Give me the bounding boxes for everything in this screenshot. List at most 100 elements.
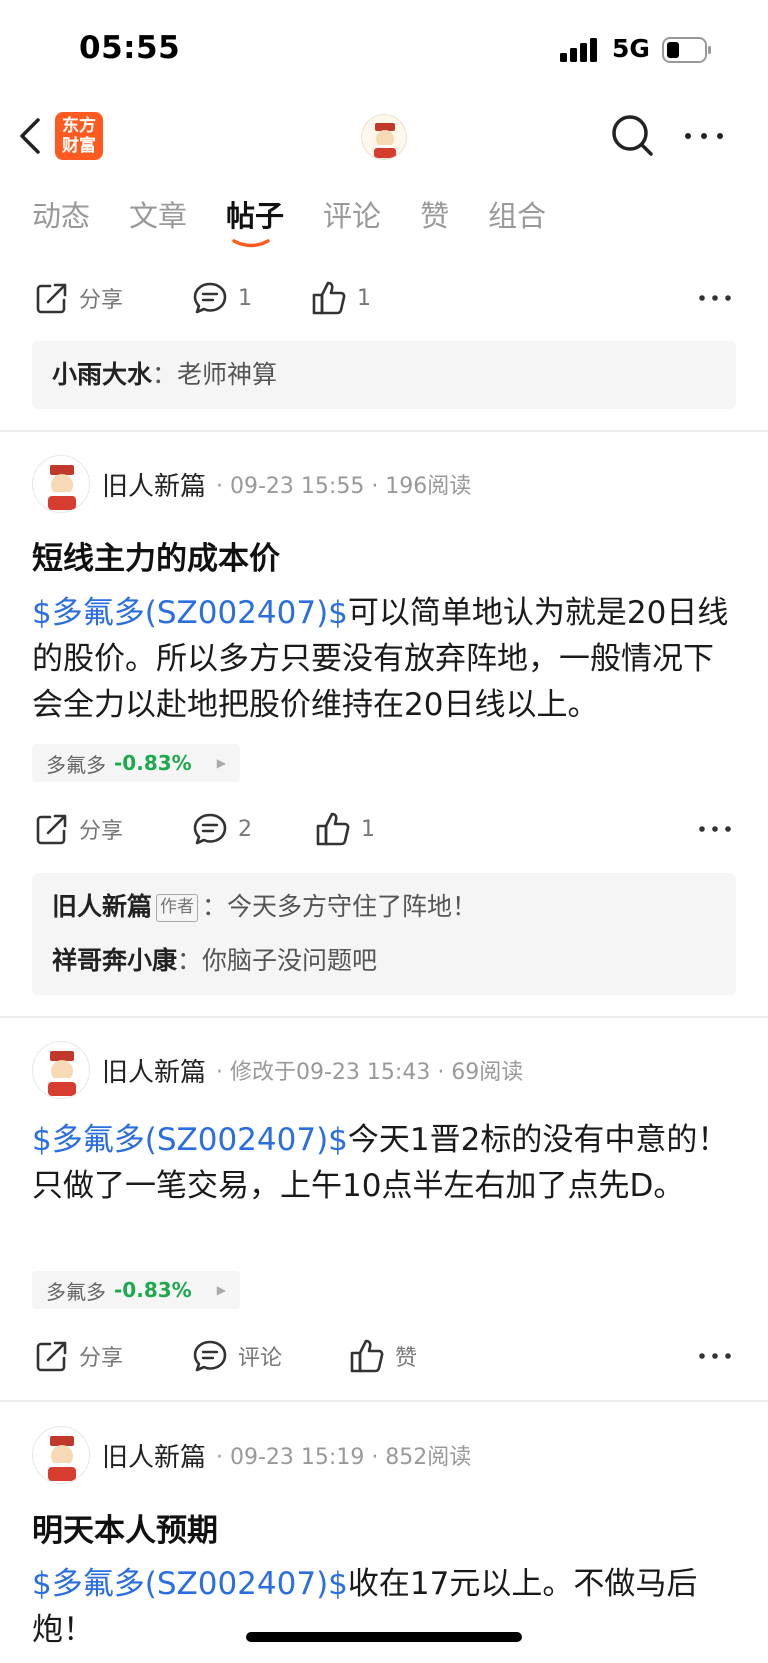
- tab-portfolios[interactable]: 组合: [488, 196, 546, 252]
- post-more-icon[interactable]: [698, 284, 732, 312]
- post-meta: · 修改于09-23 15:43 · 69阅读: [216, 1060, 524, 1085]
- tab-posts[interactable]: 帖子: [226, 196, 284, 252]
- share-button[interactable]: 分享: [35, 270, 123, 326]
- like-button[interactable]: 1: [315, 801, 375, 857]
- tab-comments[interactable]: 评论: [323, 196, 381, 252]
- comment-icon: [193, 282, 227, 314]
- post-more-icon[interactable]: [698, 1342, 732, 1370]
- post-meta: · 09-23 15:19 · 852阅读: [216, 1445, 472, 1470]
- post-header: 旧人新篇 · 09-23 15:19 · 852阅读: [32, 1425, 471, 1485]
- tab-posts-label: 帖子: [226, 199, 285, 233]
- brand-logo-line1: 东方: [62, 116, 96, 136]
- stock-link[interactable]: $多氟多(SZ002407)$: [32, 1122, 348, 1158]
- battery-icon: [662, 37, 711, 63]
- like-button[interactable]: 1: [311, 270, 371, 326]
- post-header: 旧人新篇 · 09-23 15:55 · 196阅读: [32, 454, 471, 514]
- stock-chip[interactable]: 多氟多 -0.83% ▶: [32, 744, 240, 782]
- like-count: 1: [357, 285, 371, 311]
- home-indicator[interactable]: [246, 1632, 522, 1642]
- stock-chip[interactable]: 多氟多 -0.83% ▶: [32, 1271, 240, 1309]
- comment-user[interactable]: 祥哥奔小康: [52, 946, 177, 975]
- comment-count: 2: [238, 816, 252, 842]
- share-button[interactable]: 分享: [35, 801, 123, 857]
- comment-user[interactable]: 旧人新篇: [52, 892, 152, 921]
- search-icon[interactable]: [609, 112, 657, 160]
- author-name[interactable]: 旧人新篇: [102, 1437, 206, 1474]
- chip-stock-name: 多氟多: [46, 1279, 106, 1304]
- divider: [0, 1016, 768, 1018]
- comment-button[interactable]: 1: [192, 270, 252, 326]
- comment-button[interactable]: 评论: [192, 1328, 282, 1384]
- caishen-icon: [48, 1436, 76, 1481]
- author-avatar[interactable]: [32, 1041, 90, 1099]
- comment-count: 1: [238, 285, 252, 311]
- caishen-icon: [48, 465, 76, 510]
- comment-preview[interactable]: 旧人新篇 作者 ：今天多方守住了阵地！ 祥哥奔小康：你脑子没问题吧: [32, 873, 736, 995]
- comment-text: 今天多方守住了阵地！: [227, 892, 478, 921]
- tab-active-indicator: [232, 239, 270, 248]
- post-more-icon[interactable]: [698, 815, 732, 843]
- thumbs-up-icon: [316, 812, 350, 846]
- comment-item[interactable]: 旧人新篇 作者 ：今天多方守住了阵地！: [52, 880, 716, 934]
- divider: [0, 430, 768, 432]
- brand-logo[interactable]: 东方 财富: [55, 112, 103, 160]
- chip-change: -0.83%: [114, 751, 192, 775]
- comment-label: 评论: [238, 1346, 283, 1371]
- comment-sep: ：: [177, 946, 203, 975]
- comment-item[interactable]: 小雨大水：老师神算: [52, 348, 716, 402]
- post-body[interactable]: $多氟多(SZ002407)$可以简单地认为就是20日线的股价。所以多方只要没有…: [32, 590, 740, 728]
- tab-dynamic[interactable]: 动态: [32, 196, 90, 252]
- post-meta: · 09-23 15:55 · 196阅读: [216, 474, 472, 499]
- more-icon[interactable]: [682, 122, 726, 150]
- comment-sep: ：: [202, 892, 228, 921]
- author-name[interactable]: 旧人新篇: [102, 1052, 206, 1089]
- like-label: 赞: [395, 1346, 418, 1371]
- comment-user[interactable]: 小雨大水: [52, 360, 152, 389]
- status-time: 05:55: [79, 30, 181, 66]
- share-icon: [36, 814, 67, 845]
- post-actions: 分享 2 1: [0, 801, 768, 857]
- user-avatar[interactable]: [361, 114, 407, 160]
- tab-likes[interactable]: 赞: [420, 196, 449, 252]
- brand-logo-line2: 财富: [62, 136, 96, 156]
- comment-icon: [193, 1340, 227, 1372]
- chip-stock-name: 多氟多: [46, 752, 106, 777]
- like-count: 1: [361, 816, 375, 842]
- author-name[interactable]: 旧人新篇: [102, 466, 206, 503]
- comment-sep: ：: [152, 360, 178, 389]
- comment-preview[interactable]: 小雨大水：老师神算: [32, 341, 736, 409]
- network-label: 5G: [612, 34, 650, 63]
- back-icon[interactable]: [16, 114, 46, 158]
- chip-arrow-icon: ▶: [216, 1283, 226, 1297]
- share-icon: [36, 283, 67, 314]
- share-label: 分享: [79, 819, 124, 844]
- comment-text: 你脑子没问题吧: [202, 946, 378, 975]
- comment-text: 老师神算: [177, 360, 278, 389]
- author-avatar[interactable]: [32, 455, 90, 513]
- share-icon: [36, 1341, 67, 1372]
- post-header: 旧人新篇 · 修改于09-23 15:43 · 69阅读: [32, 1040, 523, 1100]
- tab-bar: 动态 文章 帖子 评论 赞 组合: [32, 196, 585, 256]
- stock-link[interactable]: $多氟多(SZ002407)$: [32, 595, 348, 631]
- post-actions: 分享 评论 赞: [0, 1328, 768, 1384]
- thumbs-up-icon: [350, 1339, 384, 1373]
- author-avatar[interactable]: [32, 1426, 90, 1484]
- comment-button[interactable]: 2: [192, 801, 252, 857]
- share-label: 分享: [79, 1346, 124, 1371]
- nav-bar: 东方 财富: [0, 100, 768, 175]
- like-button[interactable]: 赞: [349, 1328, 417, 1384]
- share-button[interactable]: 分享: [35, 1328, 123, 1384]
- stock-link[interactable]: $多氟多(SZ002407)$: [32, 1566, 348, 1602]
- post-body[interactable]: $多氟多(SZ002407)$今天1晋2标的没有中意的！只做了一笔交易，上午10…: [32, 1117, 740, 1209]
- caishen-icon: [374, 123, 396, 158]
- share-label: 分享: [79, 288, 124, 313]
- post-title[interactable]: 短线主力的成本价: [32, 533, 280, 578]
- comment-item[interactable]: 祥哥奔小康：你脑子没问题吧: [52, 934, 716, 988]
- comment-icon: [193, 813, 227, 845]
- post-title[interactable]: 明天本人预期: [32, 1505, 218, 1550]
- chip-change: -0.83%: [114, 1278, 192, 1302]
- tab-articles[interactable]: 文章: [129, 196, 187, 252]
- divider: [0, 1400, 768, 1402]
- status-bar: 05:55 5G: [0, 0, 768, 100]
- post-actions: 分享 1 1: [0, 270, 768, 326]
